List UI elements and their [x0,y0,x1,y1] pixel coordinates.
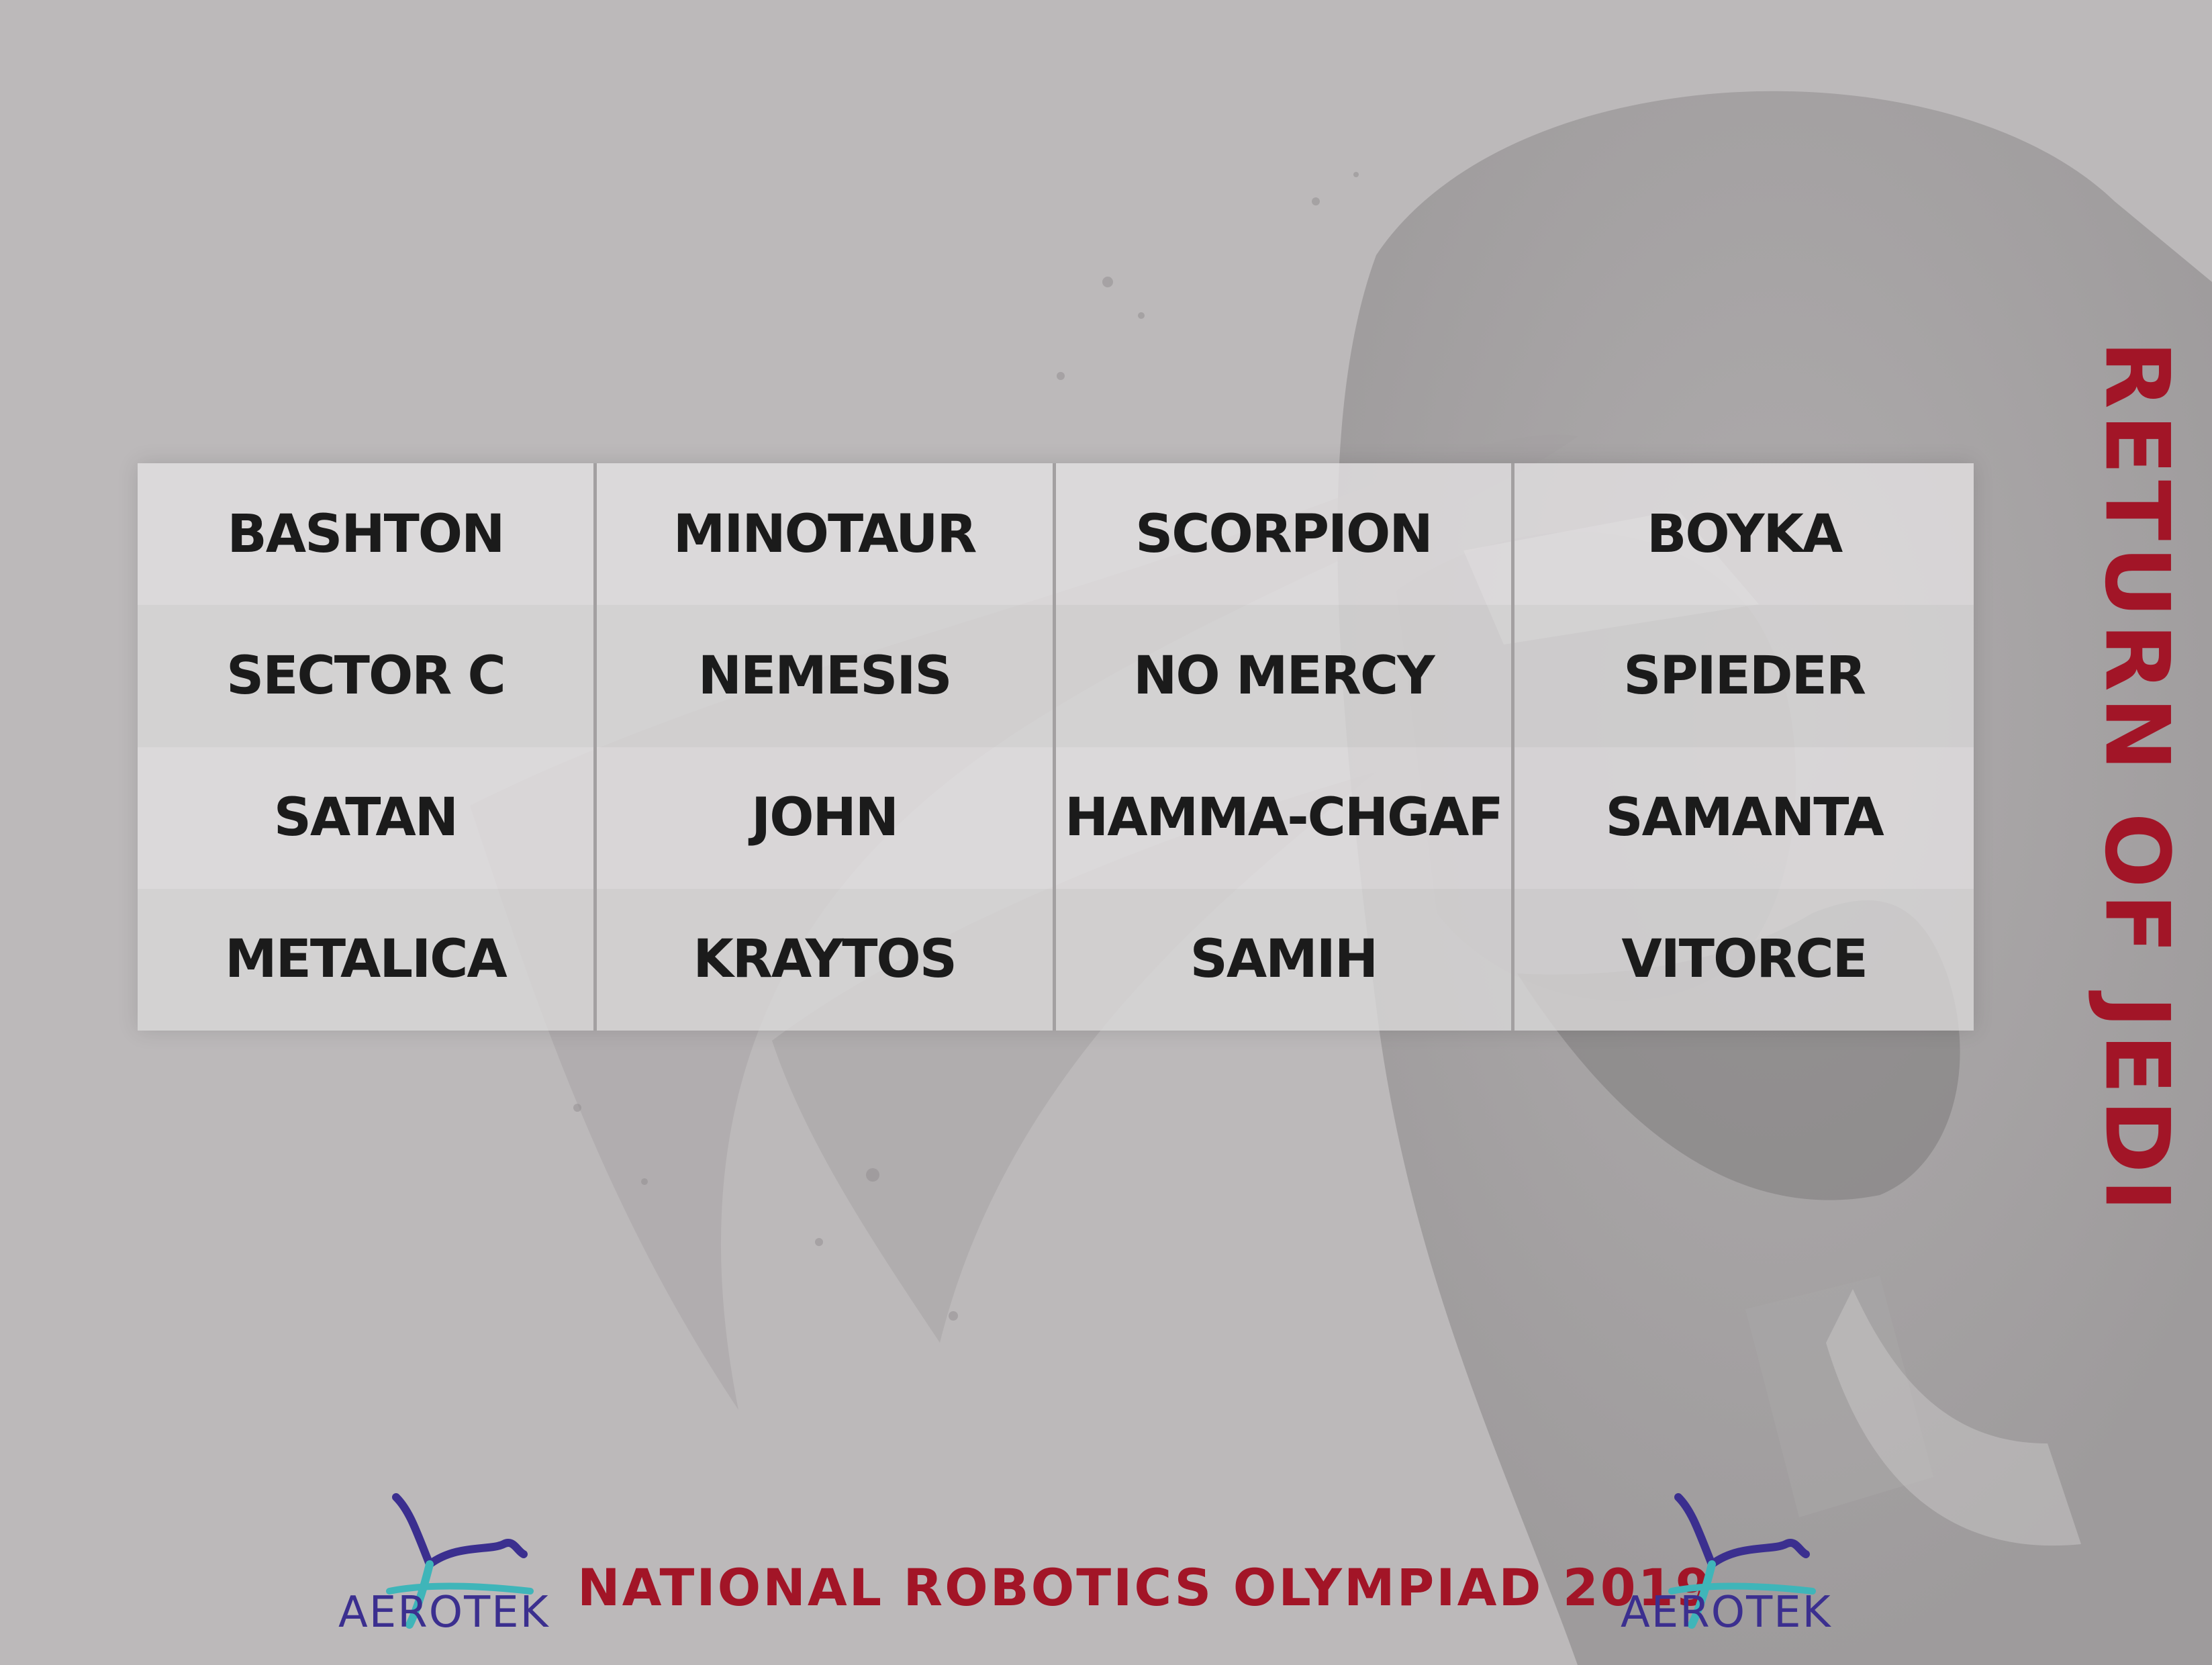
team-cell: SPIEDER [1514,605,1974,747]
team-cell: BASHTON [138,463,597,606]
page-title-text: RETURN OF JEDI [2084,340,2189,1217]
aerotek-logo-left: AEROTEK [329,1490,571,1645]
team-cell: SECTOR C [138,605,597,747]
event-title: NATIONAL ROBOTICS OLYMPIAD 2019 [577,1558,1713,1617]
team-cell: SCORPION [1055,463,1515,606]
team-table: BASHTON MINOTAUR SCORPION BOYKA SECTOR C… [138,463,1974,1031]
logo-text: AEROTEK [338,1588,550,1637]
team-cell: HAMMA-CHGAF [1055,747,1515,889]
footer: AEROTEK NATIONAL ROBOTICS OLYMPIAD 2019 … [329,1490,1873,1645]
team-cell: METALICA [138,888,597,1031]
team-cell: MINOTAUR [596,463,1056,606]
team-cell: SATAN [138,747,597,889]
logo-text: AEROTEK [1621,1588,1832,1637]
team-cell: BOYKA [1514,463,1974,606]
team-cell: SAMIH [1055,888,1515,1031]
team-cell: NEMESIS [596,605,1056,747]
team-cell: NO MERCY [1055,605,1515,747]
team-cell: KRAYTOS [596,888,1056,1031]
aerotek-logo-right: AEROTEK [1611,1490,1853,1645]
team-cell: VITORCE [1514,888,1974,1031]
team-cell: JOHN [596,747,1056,889]
page-title: RETURN OF JEDI [2085,289,2189,1269]
team-cell: SAMANTA [1514,747,1974,889]
